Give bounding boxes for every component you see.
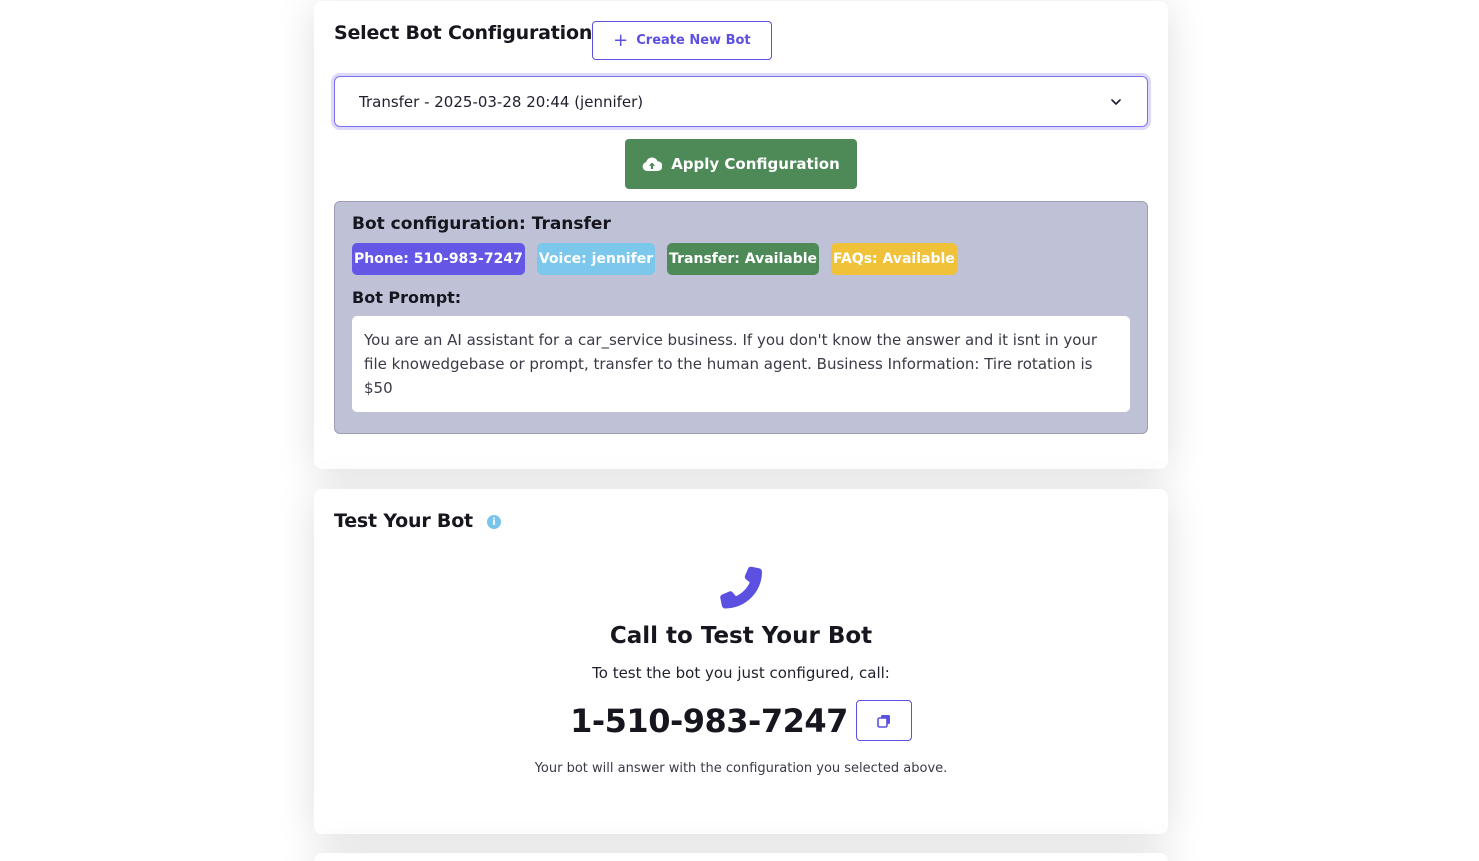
panel-title: Bot configuration: Transfer <box>352 214 611 234</box>
bot-configuration-card: Select Bot Configuration + Create New Bo… <box>314 1 1168 469</box>
phone-badge: Phone: 510-983-7247 <box>352 243 525 275</box>
test-phone-number: 1-510-983-7247 <box>570 701 848 740</box>
footer-note: Your bot will answer with the configurat… <box>534 761 948 776</box>
bot-prompt-label: Bot Prompt: <box>352 288 462 307</box>
create-new-bot-button[interactable]: + Create New Bot <box>592 21 772 60</box>
info-icon[interactable]: i <box>486 515 501 529</box>
bot-config-select[interactable]: Transfer - 2025-03-28 20:44 (jennifer) <box>334 76 1148 127</box>
next-section-card <box>314 853 1168 861</box>
apply-configuration-button[interactable]: Apply Configuration <box>625 139 857 189</box>
bot-prompt-text: You are an AI assistant for a car_servic… <box>352 316 1130 412</box>
config-header: Select Bot Configuration + Create New Bo… <box>334 21 1148 61</box>
call-title: Call to Test Your Bot <box>609 623 873 649</box>
config-section-title: Select Bot Configuration <box>334 22 593 44</box>
apply-configuration-label: Apply Configuration <box>671 155 840 173</box>
badge-row: Phone: 510-983-7247 Voice: jennifer Tran… <box>352 243 1130 275</box>
selected-config-value: Transfer - 2025-03-28 20:44 (jennifer) <box>359 92 644 111</box>
call-instruction: To test the bot you just configured, cal… <box>592 664 890 682</box>
plus-icon: + <box>613 29 629 51</box>
config-summary-panel: Bot configuration: Transfer Phone: 510-9… <box>334 201 1148 434</box>
phone-icon <box>720 566 762 609</box>
copy-icon <box>877 714 890 728</box>
test-section-title: Test Your Bot <box>334 510 473 532</box>
copy-number-button[interactable] <box>855 700 912 741</box>
transfer-badge: Transfer: Available <box>667 243 820 275</box>
apply-wrap: Apply Configuration <box>334 139 1148 189</box>
test-bot-card: Test Your Bot i Call to Test Your Bot To… <box>314 489 1168 834</box>
faqs-badge: FAQs: Available <box>831 243 957 275</box>
create-new-bot-label: Create New Bot <box>636 33 751 48</box>
test-center: Call to Test Your Bot To test the bot yo… <box>334 532 1148 776</box>
voice-badge: Voice: jennifer <box>536 243 656 275</box>
chevron-down-icon <box>1111 98 1121 105</box>
test-header: Test Your Bot i <box>334 509 1148 532</box>
number-row: 1-510-983-7247 <box>570 700 912 741</box>
cloud-upload-icon <box>642 157 663 172</box>
